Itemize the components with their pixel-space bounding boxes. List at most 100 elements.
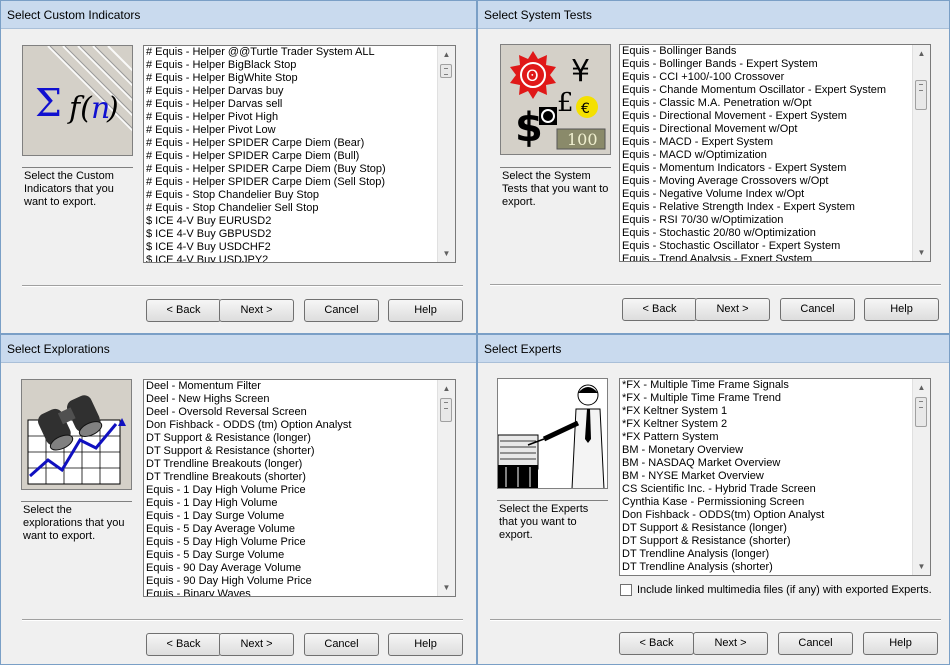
list-item[interactable]: DT Trendline Analysis (shorter)	[622, 561, 911, 574]
list-item[interactable]: Equis - Bollinger Bands	[622, 45, 911, 58]
list-item[interactable]: Equis - RSI 70/30 w/Optimization	[622, 214, 911, 227]
list-item[interactable]: Equis - Momentum Indicators - Expert Sys…	[622, 162, 911, 175]
list-item[interactable]: Deel - Momentum Filter	[146, 380, 436, 393]
next-button[interactable]: Next >	[219, 633, 294, 656]
back-button[interactable]: < Back	[146, 633, 221, 656]
scroll-up-arrow-icon[interactable]: ▲	[438, 46, 455, 63]
back-button[interactable]: < Back	[146, 299, 221, 322]
list-item[interactable]: DT Trendline Breakouts (longer)	[146, 458, 436, 471]
list-item[interactable]: BM - NYSE Market Overview	[622, 470, 911, 483]
list-item[interactable]: Equis - Binary Waves	[146, 588, 436, 596]
list-item[interactable]: $ ICE 4-V Buy GBPUSD2	[146, 228, 436, 241]
list-scrollbar[interactable]: ▲ ▼	[912, 45, 930, 261]
next-button[interactable]: Next >	[219, 299, 294, 322]
list-item[interactable]: Deel - New Highs Screen	[146, 393, 436, 406]
list-item[interactable]: Equis - CCI +100/-100 Crossover	[622, 71, 911, 84]
list-item[interactable]: $ ICE 4-V Buy USDJPY2	[146, 254, 436, 262]
cancel-button[interactable]: Cancel	[780, 298, 855, 321]
list-item[interactable]: Equis - Moving Average Crossovers w/Opt	[622, 175, 911, 188]
help-button[interactable]: Help	[863, 632, 938, 655]
include-multimedia-checkbox[interactable]	[620, 584, 632, 596]
list-item[interactable]: Equis - Directional Movement w/Opt	[622, 123, 911, 136]
list-item[interactable]: Equis - Trend Analysis - Expert System	[622, 253, 911, 261]
help-button[interactable]: Help	[864, 298, 939, 321]
experts-list[interactable]: *FX - Multiple Time Frame Signals *FX - M…	[619, 378, 931, 576]
list-item[interactable]: Deel - Oversold Reversal Screen	[146, 406, 436, 419]
list-item[interactable]: Equis - Stochastic 20/80 w/Optimization	[622, 227, 911, 240]
help-button[interactable]: Help	[388, 299, 463, 322]
next-button[interactable]: Next >	[693, 632, 768, 655]
list-item[interactable]: Equis - 90 Day High Volume Price	[146, 575, 436, 588]
list-item[interactable]: *FX - Multiple Time Frame Signals	[622, 379, 911, 392]
list-item[interactable]: Cynthia Kase - Permissioning Screen	[622, 496, 911, 509]
scroll-thumb[interactable]	[915, 397, 927, 427]
explorations-list[interactable]: Deel - Momentum Filter Deel - New Highs S…	[143, 379, 456, 597]
list-item[interactable]: Equis - Relative Strength Index - Expert…	[622, 201, 911, 214]
list-item[interactable]: Equis - MACD - Expert System	[622, 136, 911, 149]
list-item[interactable]: DT Trendline Breakouts (shorter)	[146, 471, 436, 484]
list-item[interactable]: DT Trendline Analysis (longer)	[622, 548, 911, 561]
list-item[interactable]: Don Fishback - ODDS(tm) Option Analyst	[622, 509, 911, 522]
back-button[interactable]: < Back	[622, 298, 697, 321]
list-item[interactable]: Equis - 1 Day High Volume Price	[146, 484, 436, 497]
cancel-button[interactable]: Cancel	[778, 632, 853, 655]
list-item[interactable]: # Equis - Stop Chandelier Sell Stop	[146, 202, 436, 215]
list-item[interactable]: *FX Keltner System 2	[622, 418, 911, 431]
list-item[interactable]: Equis - 5 Day High Volume Price	[146, 536, 436, 549]
list-scrollbar[interactable]: ▲ ▼	[912, 379, 930, 575]
list-item[interactable]: Equis - 5 Day Surge Volume	[146, 549, 436, 562]
scroll-down-arrow-icon[interactable]: ▼	[438, 579, 455, 596]
cancel-button[interactable]: Cancel	[304, 299, 379, 322]
list-item[interactable]: # Equis - Helper BigBlack Stop	[146, 59, 436, 72]
list-item[interactable]: DT Support & Resistance (shorter)	[146, 445, 436, 458]
list-item[interactable]: # Equis - Helper Darvas sell	[146, 98, 436, 111]
next-button[interactable]: Next >	[695, 298, 770, 321]
list-item[interactable]: Equis - 5 Day Average Volume	[146, 523, 436, 536]
list-item[interactable]: *FX Keltner System 1	[622, 405, 911, 418]
list-item[interactable]: BM - Monetary Overview	[622, 444, 911, 457]
list-item[interactable]: DT Support & Resistance (longer)	[622, 522, 911, 535]
list-scrollbar[interactable]: ▲ ▼	[437, 46, 455, 262]
list-item[interactable]: Equis - 1 Day High Volume	[146, 497, 436, 510]
list-item[interactable]: # Equis - Helper BigWhite Stop	[146, 72, 436, 85]
list-item[interactable]: DT Support & Resistance (longer)	[146, 432, 436, 445]
list-item[interactable]: Equis - Directional Movement - Expert Sy…	[622, 110, 911, 123]
list-item[interactable]: Equis - Bollinger Bands - Expert System	[622, 58, 911, 71]
list-item[interactable]: $ ICE 4-V Buy EURUSD2	[146, 215, 436, 228]
scroll-thumb[interactable]	[440, 398, 452, 422]
list-item[interactable]: $ ICE 4-V Buy USDCHF2	[146, 241, 436, 254]
list-item[interactable]: Equis - 90 Day Average Volume	[146, 562, 436, 575]
list-item[interactable]: Equis - Negative Volume Index w/Opt	[622, 188, 911, 201]
scroll-up-arrow-icon[interactable]: ▲	[438, 380, 455, 397]
list-item[interactable]: # Equis - Helper Pivot Low	[146, 124, 436, 137]
list-item[interactable]: # Equis - Helper SPIDER Carpe Diem (Bear…	[146, 137, 436, 150]
scroll-up-arrow-icon[interactable]: ▲	[913, 45, 930, 62]
list-item[interactable]: # Equis - Stop Chandelier Buy Stop	[146, 189, 436, 202]
list-item[interactable]: CS Scientific Inc. - Hybrid Trade Screen	[622, 483, 911, 496]
scroll-thumb[interactable]	[440, 64, 452, 78]
list-item[interactable]: BM - NASDAQ Market Overview	[622, 457, 911, 470]
list-item[interactable]: # Equis - Helper Pivot High	[146, 111, 436, 124]
list-item[interactable]: # Equis - Helper @@Turtle Trader System …	[146, 46, 436, 59]
list-item[interactable]: Equis - 1 Day Surge Volume	[146, 510, 436, 523]
scroll-up-arrow-icon[interactable]: ▲	[913, 379, 930, 396]
cancel-button[interactable]: Cancel	[304, 633, 379, 656]
list-item[interactable]: DT Support & Resistance (shorter)	[622, 535, 911, 548]
scroll-down-arrow-icon[interactable]: ▼	[913, 558, 930, 575]
list-item[interactable]: # Equis - Helper SPIDER Carpe Diem (Sell…	[146, 176, 436, 189]
system-tests-list[interactable]: Equis - Bollinger Bands Equis - Bollinger…	[619, 44, 931, 262]
help-button[interactable]: Help	[388, 633, 463, 656]
scroll-down-arrow-icon[interactable]: ▼	[913, 244, 930, 261]
scroll-thumb[interactable]	[915, 80, 927, 110]
list-item[interactable]: Equis - Chande Momentum Oscillator - Exp…	[622, 84, 911, 97]
list-item[interactable]: *FX Pattern System	[622, 431, 911, 444]
list-item[interactable]: *FX - Multiple Time Frame Trend	[622, 392, 911, 405]
list-item[interactable]: # Equis - Helper SPIDER Carpe Diem (Bull…	[146, 150, 436, 163]
list-item[interactable]: Equis - Stochastic Oscillator - Expert S…	[622, 240, 911, 253]
list-item[interactable]: # Equis - Helper Darvas buy	[146, 85, 436, 98]
list-item[interactable]: Don Fishback - ODDS (tm) Option Analyst	[146, 419, 436, 432]
list-item[interactable]: Equis - MACD w/Optimization	[622, 149, 911, 162]
back-button[interactable]: < Back	[619, 632, 694, 655]
list-item[interactable]: Equis - Classic M.A. Penetration w/Opt	[622, 97, 911, 110]
list-scrollbar[interactable]: ▲ ▼	[437, 380, 455, 596]
